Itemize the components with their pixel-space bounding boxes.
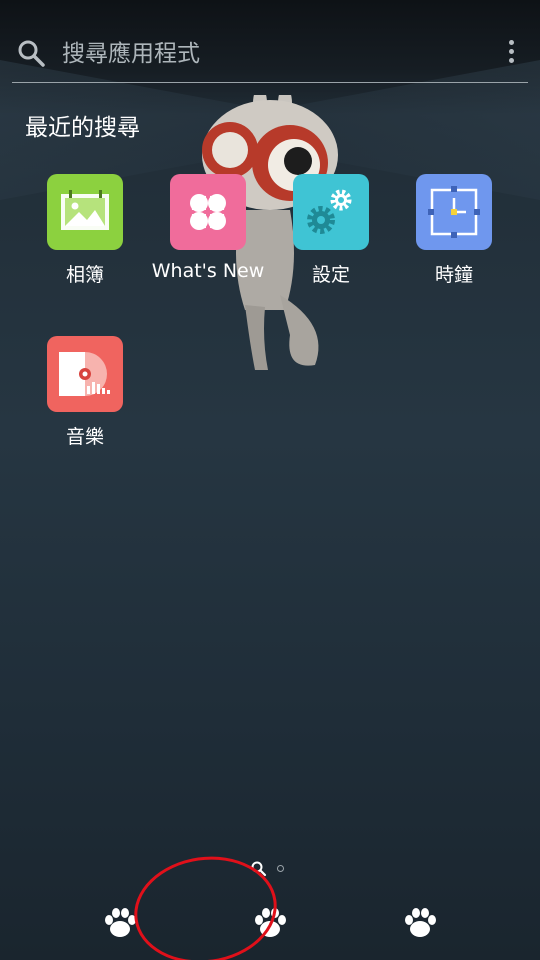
app-gallery[interactable]: 相簿 [25, 174, 145, 294]
clock-icon [416, 174, 492, 250]
app-search-bar [12, 24, 528, 83]
app-settings[interactable]: 設定 [271, 174, 391, 294]
recent-searches-title: 最近的搜尋 [25, 115, 140, 141]
app-clock[interactable]: 時鐘 [394, 174, 514, 294]
paw-icon[interactable] [402, 905, 438, 941]
app-label: 時鐘 [434, 264, 473, 286]
page-dot [277, 865, 284, 872]
overflow-menu-icon[interactable] [506, 40, 516, 68]
search-icon[interactable] [16, 38, 46, 68]
paw-icon[interactable] [102, 905, 138, 941]
app-label: 音樂 [65, 426, 104, 448]
app-label: What's New [151, 260, 265, 282]
app-label: 相簿 [65, 264, 104, 286]
gallery-icon [47, 174, 123, 250]
app-label: 設定 [311, 264, 350, 286]
app-whats-new[interactable]: What's New [148, 174, 268, 294]
settings-icon [293, 174, 369, 250]
app-music[interactable]: 音樂 [25, 336, 145, 456]
search-input[interactable] [60, 36, 484, 72]
music-icon [47, 336, 123, 412]
whats-new-icon [170, 174, 246, 250]
